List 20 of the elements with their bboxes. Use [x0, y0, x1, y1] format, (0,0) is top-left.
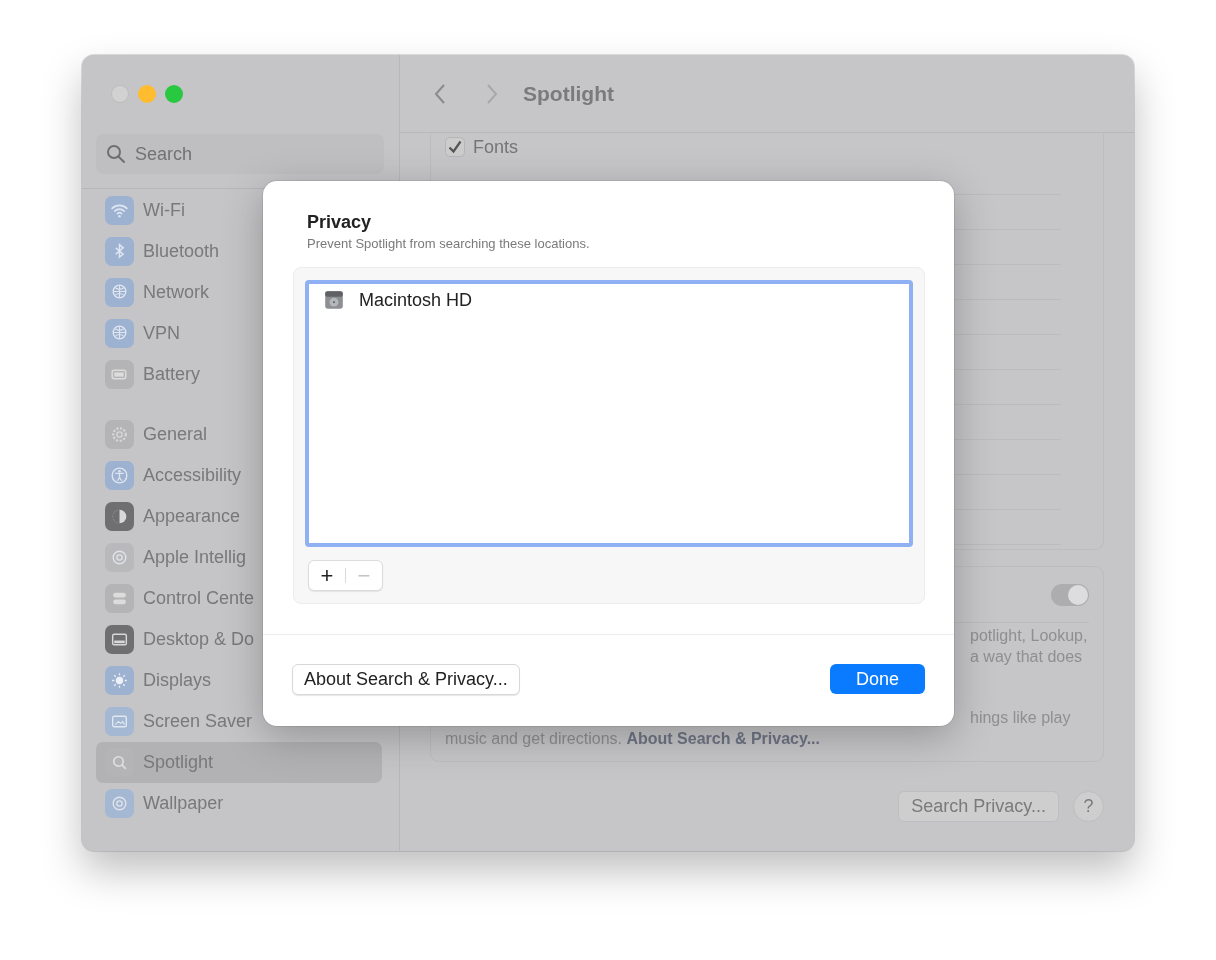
category-label: Fonts	[473, 136, 519, 158]
sidebar-item[interactable]: Spotlight	[96, 742, 382, 783]
add-button[interactable]: +	[309, 562, 345, 589]
about-button[interactable]: About Search & Privacy...	[292, 664, 520, 695]
done-button[interactable]: Done	[830, 664, 925, 694]
checkbox[interactable]	[445, 137, 465, 157]
sheet-title: Privacy	[307, 212, 373, 233]
locations-list[interactable]: Macintosh HD	[305, 280, 913, 547]
sheet-subtitle: Prevent Spotlight from searching these locations.	[307, 236, 591, 251]
zoom-button[interactable]	[165, 85, 183, 103]
sidebar-item[interactable]: Wallpaper	[96, 783, 382, 824]
help-button[interactable]: ?	[1073, 791, 1104, 822]
search-icon	[106, 144, 126, 164]
search-privacy-button[interactable]: Search Privacy...	[898, 791, 1059, 822]
page-title: Spotlight	[523, 81, 614, 106]
about-link[interactable]: About Search & Privacy...	[626, 730, 820, 747]
search-field[interactable]: Search	[96, 134, 384, 174]
location-name[interactable]: Macintosh HD	[359, 289, 473, 311]
minimize-button[interactable]	[138, 85, 156, 103]
toggle-switch[interactable]	[1051, 583, 1089, 606]
